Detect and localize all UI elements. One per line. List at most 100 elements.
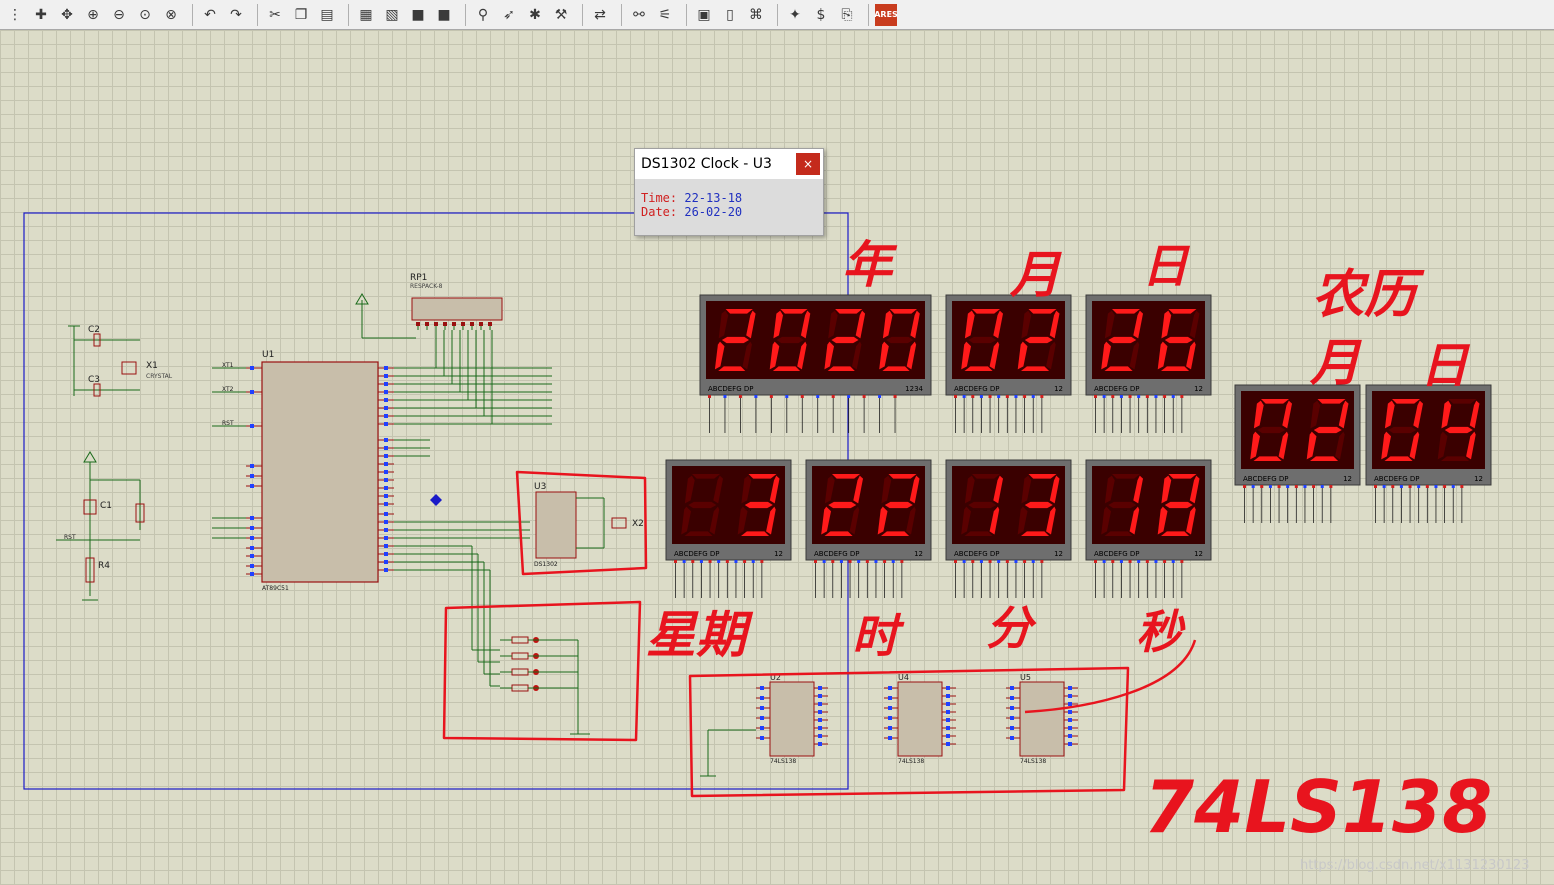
u5-body[interactable] xyxy=(1019,681,1065,757)
popup-titlebar[interactable]: DS1302 Clock - U3 × xyxy=(635,149,823,179)
pin-marker xyxy=(1243,485,1246,488)
pin-marker xyxy=(1031,395,1035,398)
pin-number-label: 1234 xyxy=(905,385,923,393)
pin-marker xyxy=(888,736,892,740)
popup-body: Time: 22-13-18 Date: 26-02-20 xyxy=(635,179,823,219)
pin-marker xyxy=(384,568,388,572)
time-value: 22-13-18 xyxy=(684,191,743,205)
pin-marker xyxy=(988,560,992,563)
u2-part-label: 74LS138 xyxy=(770,758,796,765)
pin-marker xyxy=(1145,395,1149,398)
pin-marker xyxy=(893,395,897,398)
weekday-annotation: 星期 xyxy=(646,606,754,664)
pin-marker xyxy=(1040,395,1044,398)
pin-marker xyxy=(479,322,483,326)
pin-marker xyxy=(848,560,852,563)
pin-marker xyxy=(434,322,438,326)
pin-marker xyxy=(384,454,388,458)
pin-marker xyxy=(384,374,388,378)
c1-label: C1 xyxy=(100,501,112,511)
pin-marker xyxy=(818,734,822,738)
pin-marker xyxy=(1102,395,1106,398)
pin-marker xyxy=(760,716,764,720)
pin-marker xyxy=(708,560,712,563)
u1-body[interactable] xyxy=(261,361,379,583)
pin-marker xyxy=(1145,560,1149,563)
pin-marker xyxy=(1154,395,1158,398)
pin-marker xyxy=(971,560,975,563)
day-annotation: 日 xyxy=(1142,239,1191,293)
month-display: ABCDEFG DP 12 xyxy=(945,294,1072,433)
pin-marker xyxy=(717,560,721,563)
push-button[interactable] xyxy=(511,636,529,644)
lunar-month-annotation: 月 xyxy=(1309,334,1362,392)
x2-crystal[interactable] xyxy=(611,517,627,529)
rp1-body[interactable] xyxy=(411,297,503,321)
pin-marker xyxy=(979,395,983,398)
pin-marker xyxy=(1023,395,1027,398)
pin-marker xyxy=(988,395,992,398)
lunar-day-display: ABCDEFG DP 12 xyxy=(1365,384,1492,523)
pin-marker xyxy=(751,560,755,563)
pin-marker xyxy=(384,422,388,426)
pin-label: ABCDEFG DP xyxy=(708,385,753,393)
second-annotation: 秒 xyxy=(1136,605,1186,659)
push-button[interactable] xyxy=(511,652,529,660)
pin-marker xyxy=(1425,485,1429,488)
pin-marker xyxy=(384,446,388,450)
pin-marker xyxy=(1068,726,1072,730)
push-button[interactable] xyxy=(511,684,529,692)
xt2-net-label: XT2 xyxy=(222,386,234,393)
pin-marker xyxy=(878,395,882,398)
u4-body[interactable] xyxy=(897,681,943,757)
pin-marker xyxy=(1014,395,1018,398)
pin-marker xyxy=(452,322,456,326)
pin-marker xyxy=(1068,734,1072,738)
lunar-month-display: ABCDEFG DP 12 xyxy=(1234,384,1361,523)
pin-marker xyxy=(760,686,764,690)
pin-marker xyxy=(831,560,835,563)
pin-marker xyxy=(822,560,826,563)
u3-label: U3 xyxy=(534,482,546,492)
u3-part-label: DS1302 xyxy=(534,561,558,568)
pin-marker xyxy=(1137,560,1141,563)
pin-marker xyxy=(250,572,254,576)
pin-marker xyxy=(384,398,388,402)
pin-marker xyxy=(997,560,1001,563)
year-annotation: 年 xyxy=(842,236,898,294)
pin-marker xyxy=(760,726,764,730)
pin-marker xyxy=(1251,485,1255,488)
pin-marker xyxy=(1320,485,1324,488)
u4-label: U4 xyxy=(898,673,909,682)
pin-number-label: 12 xyxy=(1194,550,1203,558)
segment-g xyxy=(1388,426,1417,434)
pin-marker xyxy=(250,484,254,488)
close-button[interactable]: × xyxy=(796,153,820,175)
pin-label: ABCDEFG DP xyxy=(814,550,859,558)
pin-marker xyxy=(888,696,892,700)
pin-marker xyxy=(384,536,388,540)
u2-body[interactable] xyxy=(769,681,815,757)
segment-g xyxy=(1024,501,1053,509)
u1-part-label: AT89C51 xyxy=(262,585,289,592)
push-button[interactable] xyxy=(511,668,529,676)
pin-marker xyxy=(1382,485,1386,488)
schematic-canvas[interactable]: RP1RESPACK-8U1AT89C51XT1XT2RSTC2C3X1CRYS… xyxy=(0,0,1554,885)
pin-marker xyxy=(946,702,950,706)
u3-body[interactable] xyxy=(535,491,577,559)
x1-crystal[interactable] xyxy=(121,361,137,375)
pin-marker xyxy=(946,686,950,690)
segment-g xyxy=(1108,501,1137,509)
pin-marker xyxy=(946,726,950,730)
pin-marker xyxy=(682,560,686,563)
pin-number-label: 12 xyxy=(774,550,783,558)
pin-marker xyxy=(384,502,388,506)
ds1302-clock-popup: DS1302 Clock - U3 × Time: 22-13-18 Date:… xyxy=(634,148,824,236)
pin-marker xyxy=(384,560,388,564)
time-label: Time: xyxy=(641,191,678,205)
pin-marker xyxy=(818,694,822,698)
month-annotation: 月 xyxy=(1009,246,1062,304)
pin-marker xyxy=(814,560,817,563)
pin-marker xyxy=(883,560,887,563)
pin-label: ABCDEFG DP xyxy=(954,550,999,558)
